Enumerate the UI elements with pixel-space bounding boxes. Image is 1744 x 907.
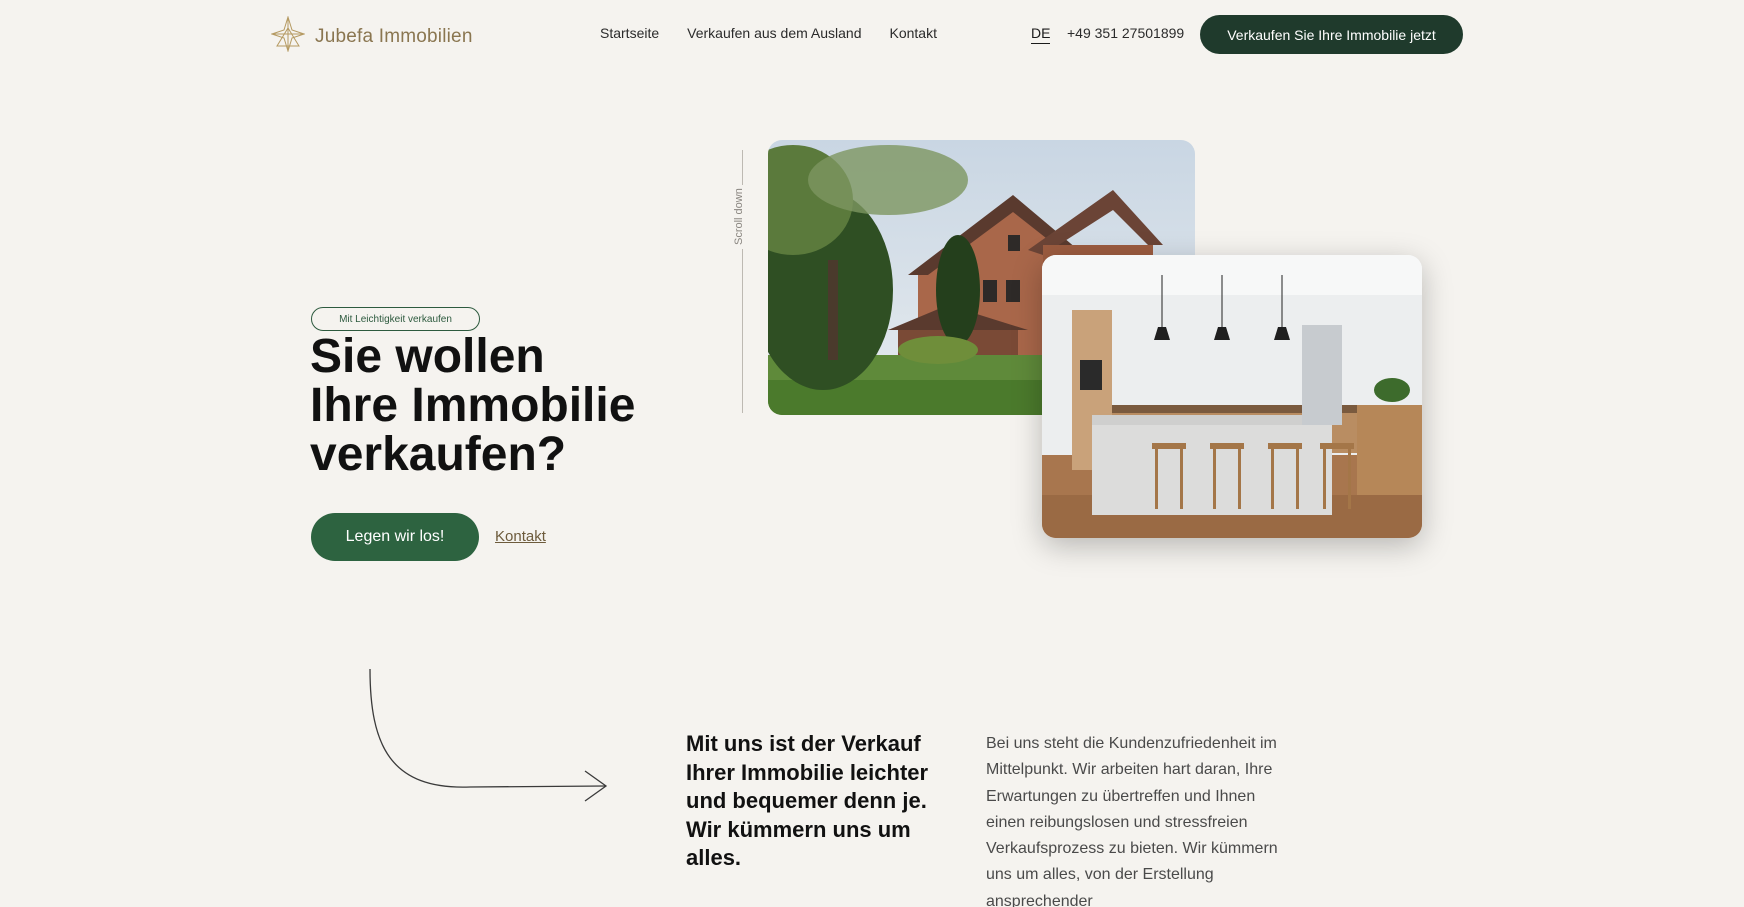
hero-title-line: Sie wollen [310,330,545,383]
curved-arrow-icon [360,665,620,805]
page: Jubefa Immobilien Startseite Verkaufen a… [0,0,1744,907]
hero-title: Sie wollen Ihre Immobilie verkaufen? [310,332,730,479]
logo[interactable]: Jubefa Immobilien [270,15,473,57]
get-started-button[interactable]: Legen wir los! [311,513,479,561]
hero-tag: Mit Leichtigkeit verkaufen [311,307,480,331]
hero-title-line: verkaufen? [310,428,567,481]
sell-now-button[interactable]: Verkaufen Sie Ihre Immobilie jetzt [1200,15,1463,54]
language-switch[interactable]: DE [1031,25,1051,44]
scroll-down-hint[interactable]: Scroll down [733,185,753,249]
main-nav: Startseite Verkaufen aus dem Ausland Kon… [600,25,937,41]
nav-item-startseite[interactable]: Startseite [600,25,659,41]
contact-link[interactable]: Kontakt [495,528,546,545]
nav-item-kontakt[interactable]: Kontakt [889,25,936,41]
hero-title-line: Ihre Immobilie [310,379,636,432]
site-header: Jubefa Immobilien Startseite Verkaufen a… [0,0,1744,70]
brand-name: Jubefa Immobilien [315,25,473,47]
phone-number[interactable]: +49 351 27501899 [1067,25,1184,41]
intro-body: Bei uns steht die Kundenzufriedenheit im… [986,735,1278,907]
kitchen-photo [1042,255,1422,538]
intro-lead: Mit uns ist der Verkauf Ihrer Immobilie … [686,731,929,870]
nav-item-verkaufen-ausland[interactable]: Verkaufen aus dem Ausland [687,25,861,41]
star-diamond-icon [270,15,306,57]
